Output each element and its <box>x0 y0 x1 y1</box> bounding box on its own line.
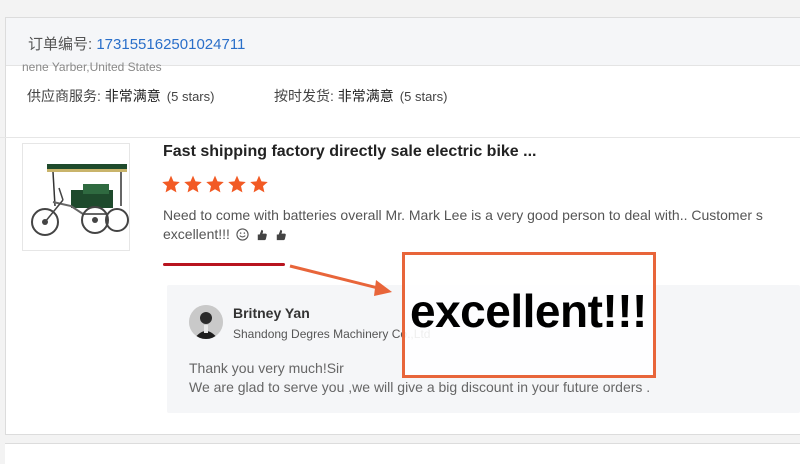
order-number-link[interactable]: 173155162501024711 <box>96 36 245 53</box>
thumbs-up-emoji-icon <box>257 229 267 241</box>
rating-stars-text: (5 stars) <box>399 89 448 104</box>
replier-name: Britney Yan <box>233 305 310 321</box>
star-icon <box>206 175 224 193</box>
star-icon <box>162 175 180 193</box>
thumbs-up-emoji-icon <box>276 229 286 241</box>
on-time-delivery-rating: 按时发货: 非常满意 (5 stars) <box>274 86 447 106</box>
review-excellent-text: excellent!!! <box>163 226 230 242</box>
callout-excellent-text: excellent!!! <box>410 285 647 337</box>
rating-value: 非常满意 <box>104 88 161 104</box>
supplier-service-rating: 供应商服务: 非常满意 (5 stars) <box>27 86 214 106</box>
star-icon <box>228 175 246 193</box>
order-number-label: 订单编号: <box>28 36 97 53</box>
section-divider <box>0 137 800 138</box>
review-line-1: Need to come with batteries overall Mr. … <box>163 207 763 223</box>
review-text: Need to come with batteries overall Mr. … <box>163 206 800 244</box>
buyer-name: nene Yarber,United States <box>22 60 162 74</box>
product-title[interactable]: Fast shipping factory directly sale elec… <box>163 143 536 161</box>
order-header: 订单编号: 173155162501024711 <box>6 18 800 66</box>
review-stars <box>161 174 271 196</box>
product-thumbnail[interactable] <box>22 143 130 251</box>
rating-label: 供应商服务: <box>27 88 105 104</box>
reply-line-2: We are glad to serve you ,we will give a… <box>189 379 651 395</box>
rating-label: 按时发货: <box>274 88 338 104</box>
star-icon <box>250 175 268 193</box>
review-line-2: excellent!!! <box>163 225 800 244</box>
rating-stars-text: (5 stars) <box>166 89 215 104</box>
replier-company: Shandong Degres Machinery Co.,Ltd <box>233 327 431 341</box>
rating-value: 非常满意 <box>337 88 394 104</box>
smiley-emoji-icon <box>236 228 249 241</box>
order-number-row: 订单编号: 173155162501024711 <box>28 33 245 54</box>
electric-tricycle-icon <box>31 164 129 236</box>
avatar <box>189 305 223 339</box>
red-underline-annotation <box>163 263 285 266</box>
next-card-edge <box>5 443 800 464</box>
star-icon <box>184 175 202 193</box>
avatar-person-icon <box>189 305 223 339</box>
